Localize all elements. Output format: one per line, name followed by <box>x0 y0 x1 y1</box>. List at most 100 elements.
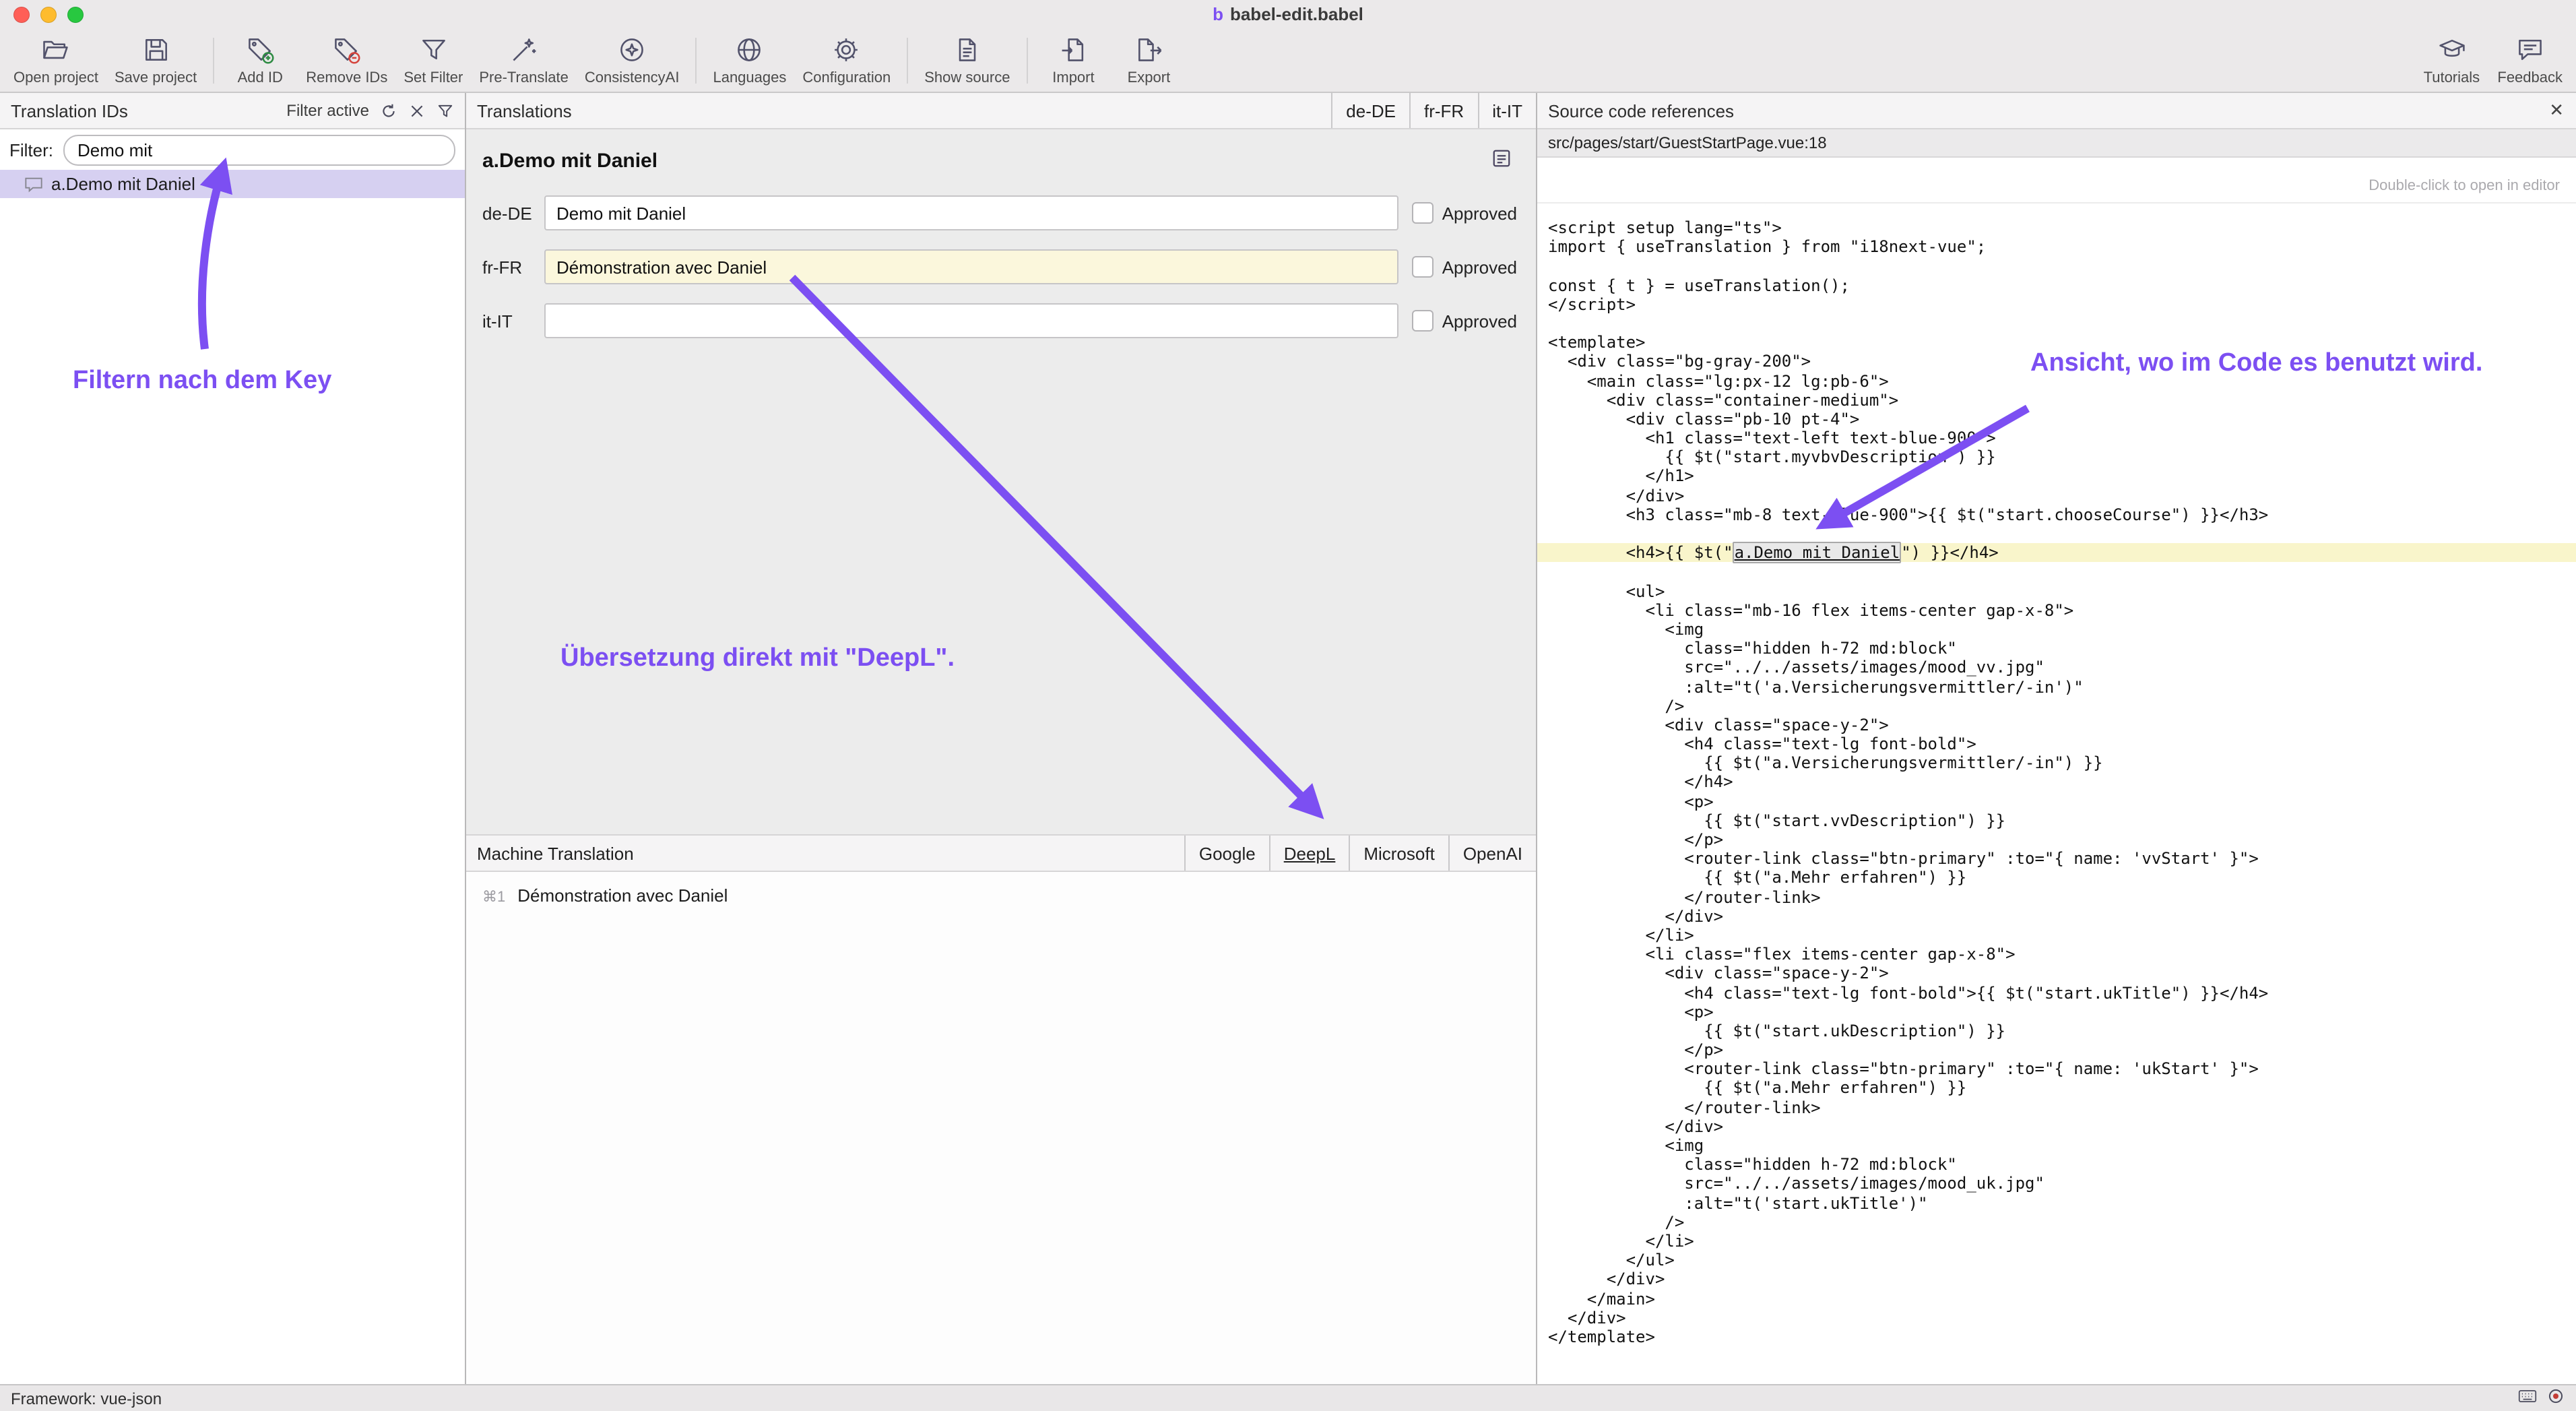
source-file-reference[interactable]: src/pages/start/GuestStartPage.vue:18 <box>1537 129 2576 158</box>
code-line: <h1 class="text-left text-blue-900"> <box>1537 429 2576 447</box>
code-line: {{ $t("start.vvDescription") }} <box>1537 811 2576 830</box>
toolbar-consistency-ai[interactable]: ConsistencyAI <box>585 34 680 86</box>
toolbar-label: Export <box>1128 69 1171 86</box>
status-icons <box>2518 1388 2565 1408</box>
code-line: {{ $t("start.ukDescription") }} <box>1537 1022 2576 1040</box>
approved-checkbox[interactable] <box>1413 202 1434 224</box>
sparkle-circle-icon <box>617 34 647 68</box>
clear-filter-icon[interactable] <box>407 101 426 120</box>
toolbar-import[interactable]: Import <box>1043 34 1103 86</box>
source-references-header: Source code references ✕ <box>1537 93 2576 129</box>
code-line: </div> <box>1537 1117 2576 1136</box>
tab-openai[interactable]: OpenAI <box>1448 836 1536 871</box>
code-line: const { t } = useTranslation(); <box>1537 276 2576 294</box>
toolbar: Open project Save project Add ID Remove … <box>0 28 2576 93</box>
translation-input-it-IT[interactable] <box>544 303 1399 338</box>
filter-icon[interactable] <box>435 101 454 120</box>
gear-icon <box>832 34 862 68</box>
approved-checkbox[interactable] <box>1413 256 1434 278</box>
translations-body: a.Demo mit Daniel de-DE Approved fr-FR <box>466 129 1536 834</box>
toolbar-export[interactable]: Export <box>1119 34 1178 86</box>
suggestion-text: Démonstration avec Daniel <box>517 885 728 906</box>
code-line: </div> <box>1537 907 2576 926</box>
code-line: <p> <box>1537 1002 2576 1021</box>
comment-note-icon[interactable] <box>1491 148 1512 173</box>
code-line: <img <box>1537 620 2576 639</box>
refresh-filter-icon[interactable] <box>379 101 397 120</box>
code-line: {{ $t("start.myvbvDescription") }} <box>1537 448 2576 467</box>
panel-title: Machine Translation <box>477 843 634 863</box>
tab-de-DE[interactable]: de-DE <box>1331 93 1409 128</box>
code-editor: Double-click to open in editor <script s… <box>1537 158 2576 1384</box>
toolbar-set-filter[interactable]: Set Filter <box>404 34 463 86</box>
panel-title: Translation IDs <box>11 100 128 121</box>
tab-microsoft[interactable]: Microsoft <box>1349 836 1448 871</box>
comment-bubble-icon <box>24 176 43 192</box>
toolbar-label: Pre-Translate <box>479 69 568 86</box>
toolbar-label: Add ID <box>238 69 283 86</box>
code-line: src="../../assets/images/mood_vv.jpg" <box>1537 658 2576 677</box>
toolbar-label: Save project <box>115 69 197 86</box>
filter-input[interactable] <box>63 134 455 165</box>
toolbar-label: ConsistencyAI <box>585 69 680 86</box>
code-line: <img <box>1537 1136 2576 1155</box>
code-line: /> <box>1537 1213 2576 1232</box>
toolbar-show-source[interactable]: Show source <box>924 34 1010 86</box>
translation-input-fr-FR[interactable] <box>544 249 1399 284</box>
code-line: <h3 class="mb-8 text-blue-900">{{ $t("st… <box>1537 505 2576 524</box>
code-line: </div> <box>1537 1270 2576 1289</box>
toolbar-label: Import <box>1052 69 1094 86</box>
toolbar-feedback[interactable]: Feedback <box>2497 34 2563 86</box>
code-line: <h4 class="text-lg font-bold"> <box>1537 734 2576 753</box>
code-line: <router-link class="btn-primary" :to="{ … <box>1537 849 2576 868</box>
code-line: </ul> <box>1537 1251 2576 1269</box>
code-line: </main> <box>1537 1289 2576 1308</box>
approved-control: Approved <box>1413 202 1522 224</box>
toolbar-tutorials[interactable]: Tutorials <box>2422 34 2481 86</box>
keyboard-icon[interactable] <box>2518 1388 2537 1408</box>
toolbar-add-id[interactable]: Add ID <box>230 34 290 86</box>
highlighted-code-line[interactable]: <h4>{{ $t("a.Demo mit Daniel") }}</h4> <box>1537 543 2576 562</box>
tab-it-IT[interactable]: it-IT <box>1477 93 1536 128</box>
toolbar-separator <box>1026 37 1027 83</box>
code-line: <template> <box>1537 333 2576 352</box>
entry-title: a.Demo mit Daniel <box>482 149 657 172</box>
screen-record-icon[interactable] <box>2546 1388 2565 1408</box>
translation-input-de-DE[interactable] <box>544 195 1399 230</box>
approved-checkbox[interactable] <box>1413 310 1434 332</box>
code-line <box>1537 524 2576 543</box>
code-line <box>1537 314 2576 333</box>
shortcut-badge: ⌘1 <box>482 888 505 906</box>
tab-deepl[interactable]: DeepL <box>1269 836 1349 871</box>
machine-translation-tabs: Google DeepL Microsoft OpenAI <box>1184 836 1536 871</box>
approved-label: Approved <box>1442 203 1517 223</box>
machine-translation-header: Machine Translation Google DeepL Microso… <box>466 834 1536 872</box>
toolbar-save-project[interactable]: Save project <box>115 34 197 86</box>
toolbar-remove-ids[interactable]: Remove IDs <box>306 34 387 86</box>
machine-translation-body: ⌘1 Démonstration avec Daniel <box>466 872 1536 1384</box>
toolbar-pre-translate[interactable]: Pre-Translate <box>479 34 568 86</box>
add-id-icon <box>245 34 275 68</box>
toolbar-open-project[interactable]: Open project <box>13 34 98 86</box>
toolbar-label: Languages <box>713 69 786 86</box>
code-line: {{ $t("a.Mehr erfahren") }} <box>1537 1079 2576 1098</box>
tab-fr-FR[interactable]: fr-FR <box>1409 93 1477 128</box>
machine-translation-suggestion[interactable]: ⌘1 Démonstration avec Daniel <box>482 885 1520 906</box>
close-panel-icon[interactable]: ✕ <box>2537 100 2576 121</box>
entry-title-row: a.Demo mit Daniel <box>482 148 1522 173</box>
tab-google[interactable]: Google <box>1184 836 1269 871</box>
highlighted-translation-key[interactable]: a.Demo mit Daniel <box>1733 542 1902 563</box>
language-label: fr-FR <box>482 257 544 277</box>
code-line: src="../../assets/images/mood_uk.jpg" <box>1537 1174 2576 1193</box>
editor-hint: Double-click to open in editor <box>1537 158 2576 203</box>
toolbar-languages[interactable]: Languages <box>713 34 786 86</box>
list-item-translation-id[interactable]: a.Demo mit Daniel <box>0 170 465 198</box>
code-line: {{ $t("a.Versicherungsvermittler/-in") }… <box>1537 754 2576 773</box>
code-line: </div> <box>1537 1308 2576 1327</box>
filter-icon <box>418 34 448 68</box>
translation-ids-header: Translation IDs Filter active <box>0 93 465 129</box>
toolbar-label: Open project <box>13 69 98 86</box>
translation-row-fr-FR: fr-FR Approved <box>482 248 1522 286</box>
language-label: de-DE <box>482 203 544 223</box>
toolbar-configuration[interactable]: Configuration <box>802 34 891 86</box>
